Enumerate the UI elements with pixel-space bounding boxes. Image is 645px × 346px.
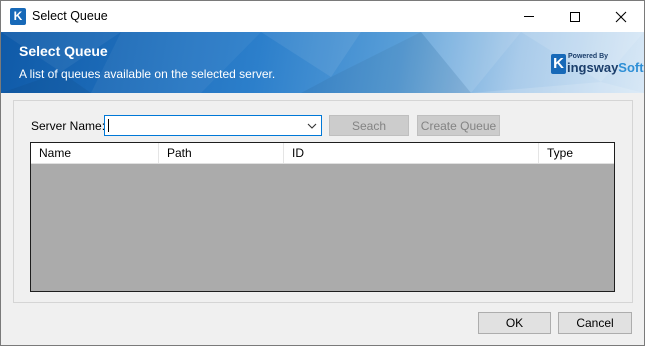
logo-word-main: ingsway bbox=[567, 60, 619, 75]
header-banner: Select Queue A list of queues available … bbox=[1, 32, 644, 93]
server-name-combobox[interactable] bbox=[104, 115, 322, 136]
banner-subtitle: A list of queues available on the select… bbox=[19, 67, 276, 81]
banner-title: Select Queue bbox=[19, 43, 108, 59]
close-icon bbox=[615, 11, 627, 22]
chevron-down-icon bbox=[307, 123, 317, 129]
create-queue-button[interactable]: Create Queue bbox=[417, 115, 500, 136]
column-header-id[interactable]: ID bbox=[284, 143, 539, 163]
logo-wordmark: ingswaySoft bbox=[567, 60, 644, 75]
select-queue-dialog: K Select Queue Select Queue A list of qu… bbox=[0, 0, 645, 346]
column-header-type[interactable]: Type bbox=[539, 143, 614, 163]
logo-powered-by: Powered By bbox=[568, 53, 609, 60]
logo-word-soft: Soft bbox=[618, 60, 644, 75]
cancel-button[interactable]: Cancel bbox=[558, 312, 632, 334]
grid-header: Name Path ID Type bbox=[31, 143, 614, 164]
ok-button[interactable]: OK bbox=[478, 312, 551, 334]
maximize-icon bbox=[570, 11, 580, 22]
banner-polygon-pattern bbox=[1, 32, 644, 93]
window-title: Select Queue bbox=[32, 9, 108, 23]
search-button[interactable]: Seach bbox=[329, 115, 409, 136]
kingswaysoft-logo: K Powered By ingswaySoft bbox=[551, 53, 644, 75]
maximize-button[interactable] bbox=[552, 1, 598, 32]
title-bar[interactable]: K Select Queue bbox=[1, 1, 644, 32]
kingswaysoft-app-icon: K bbox=[10, 8, 26, 25]
column-header-name[interactable]: Name bbox=[31, 143, 159, 163]
column-header-path[interactable]: Path bbox=[159, 143, 284, 163]
queue-grid[interactable]: Name Path ID Type bbox=[30, 142, 615, 292]
logo-k-mark: K bbox=[551, 54, 566, 74]
close-button[interactable] bbox=[598, 1, 644, 32]
server-name-label: Server Name: bbox=[31, 119, 106, 133]
minimize-button[interactable] bbox=[506, 1, 552, 32]
minimize-icon bbox=[524, 16, 534, 17]
text-caret bbox=[108, 119, 109, 132]
dropdown-arrow-button[interactable] bbox=[303, 116, 321, 135]
